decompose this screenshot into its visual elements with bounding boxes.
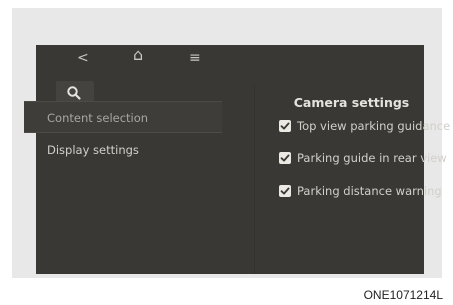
option-top-view-parking-guidance[interactable]: Top view parking guidance (279, 118, 450, 134)
checkbox-top-view[interactable] (279, 120, 291, 132)
menu-item-display-settings[interactable]: Display settings (24, 134, 222, 166)
camera-settings-title: Camera settings (293, 95, 410, 110)
checkmark-icon (280, 187, 290, 195)
search-icon (67, 86, 81, 100)
checkbox-distance-warning[interactable] (279, 185, 291, 197)
menu-item-content-selection[interactable]: Content selection (24, 101, 222, 133)
menu-item-label: Content selection (47, 111, 149, 125)
checkbox-rear-view[interactable] (279, 152, 291, 164)
home-icon[interactable]: ⌂ (133, 47, 143, 63)
top-nav-bar: < ⌂ ≡ (36, 45, 424, 73)
panel-divider (254, 85, 255, 274)
option-label: Top view parking guidance (297, 119, 451, 133)
checkmark-icon (280, 154, 290, 162)
option-parking-distance-warning[interactable]: Parking distance warning (279, 183, 442, 199)
back-icon[interactable]: < (77, 51, 89, 65)
option-label: Parking guide in rear view (297, 151, 447, 165)
option-label: Parking distance warning (297, 184, 442, 198)
menu-icon[interactable]: ≡ (189, 51, 201, 65)
figure-id-label: ONE1071214L (363, 288, 443, 302)
menu-item-label: Display settings (47, 143, 139, 157)
option-parking-guide-rear-view[interactable]: Parking guide in rear view (279, 150, 447, 166)
checkmark-icon (280, 122, 290, 130)
